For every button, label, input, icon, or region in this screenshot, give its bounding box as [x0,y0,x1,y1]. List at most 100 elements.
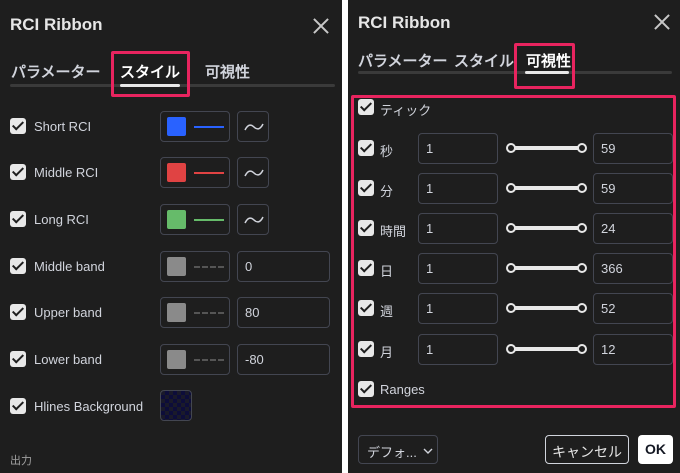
ok-button[interactable]: OK [638,435,673,464]
upper-band-label: Upper band [34,305,102,320]
short-rci-color-button[interactable] [160,111,230,142]
hours-max-input[interactable]: 24 [593,213,673,244]
days-range-slider[interactable] [509,266,583,270]
middle-band-label: Middle band [34,259,105,274]
minutes-checkbox[interactable] [358,180,374,196]
tab-style[interactable]: スタイル [454,50,514,71]
months-max-handle[interactable] [577,344,587,354]
hours-max-handle[interactable] [577,223,587,233]
tab-parameters[interactable]: パラメーター [358,50,448,71]
wave-icon [244,169,264,177]
color-swatch [167,210,186,229]
hours-min-input[interactable]: 1 [418,213,498,244]
line-preview [194,172,224,174]
weeks-range-slider[interactable] [509,306,583,310]
color-swatch [167,117,186,136]
middle-band-checkbox[interactable] [10,258,26,274]
months-label: 月 [380,345,394,360]
long-rci-color-button[interactable] [160,204,230,235]
middle-rci-checkbox[interactable] [10,164,26,180]
seconds-range-slider[interactable] [509,146,583,150]
line-preview [194,126,224,128]
seconds-checkbox[interactable] [358,140,374,156]
seconds-max-input[interactable]: 59 [593,133,673,164]
long-rci-checkbox[interactable] [10,211,26,227]
close-icon[interactable] [653,13,671,31]
hours-checkbox[interactable] [358,220,374,236]
weeks-max-input[interactable]: 52 [593,293,673,324]
style-dialog: RCI Ribbon パラメーター スタイル 可視性 Short RCI Mid… [0,0,342,473]
wave-icon [244,216,264,224]
lower-band-color-button[interactable] [160,344,230,375]
ranges-checkbox[interactable] [358,381,374,397]
tab-parameters[interactable]: パラメーター [11,61,101,82]
hours-range-slider[interactable] [509,226,583,230]
minutes-label: 分 [380,184,394,199]
minutes-min-handle[interactable] [506,183,516,193]
weeks-max-handle[interactable] [577,303,587,313]
weeks-min-input[interactable]: 1 [418,293,498,324]
days-min-handle[interactable] [506,263,516,273]
ranges-label: Ranges [380,382,425,397]
close-icon[interactable] [312,17,330,35]
dashed-line-preview [194,266,224,268]
dialog-title: RCI Ribbon [10,15,103,34]
short-rci-plot-type-button[interactable] [237,111,269,142]
cancel-button[interactable]: キャンセル [545,435,629,464]
months-min-input[interactable]: 1 [418,334,498,365]
short-rci-checkbox[interactable] [10,118,26,134]
seconds-max-handle[interactable] [577,143,587,153]
upper-band-color-button[interactable] [160,297,230,328]
months-min-handle[interactable] [506,344,516,354]
line-preview [194,219,224,221]
tab-visibility[interactable]: 可視性 [526,50,571,71]
months-checkbox[interactable] [358,341,374,357]
days-max-handle[interactable] [577,263,587,273]
weeks-label: 週 [380,304,394,319]
seconds-label: 秒 [380,144,394,159]
defaults-label: デフォ... [367,445,417,460]
output-section-label: 出力 [10,455,32,467]
hours-label: 時間 [380,224,407,239]
tick-checkbox[interactable] [358,99,374,115]
long-rci-label: Long RCI [34,212,89,227]
hlines-background-checkbox[interactable] [10,398,26,414]
days-label: 日 [380,264,394,279]
days-min-input[interactable]: 1 [418,253,498,284]
tick-label: ティック [380,103,432,118]
days-max-input[interactable]: 366 [593,253,673,284]
months-range-slider[interactable] [509,347,583,351]
weeks-checkbox[interactable] [358,300,374,316]
lower-band-checkbox[interactable] [10,351,26,367]
minutes-max-input[interactable]: 59 [593,173,673,204]
weeks-min-handle[interactable] [506,303,516,313]
active-tab-underline [525,71,569,74]
lower-band-value-input[interactable]: -80 [237,344,330,375]
hlines-background-color-button[interactable] [160,390,192,421]
months-max-input[interactable]: 12 [593,334,673,365]
middle-rci-label: Middle RCI [34,165,99,180]
seconds-min-input[interactable]: 1 [418,133,498,164]
defaults-dropdown[interactable]: デフォ... [358,435,438,464]
tab-visibility[interactable]: 可視性 [205,61,250,82]
hours-min-handle[interactable] [506,223,516,233]
active-tab-underline [120,84,180,87]
upper-band-checkbox[interactable] [10,304,26,320]
middle-band-color-button[interactable] [160,251,230,282]
middle-rci-color-button[interactable] [160,157,230,188]
short-rci-label: Short RCI [34,119,92,134]
days-checkbox[interactable] [358,260,374,276]
dialog-title: RCI Ribbon [358,13,451,32]
middle-rci-plot-type-button[interactable] [237,157,269,188]
upper-band-value-input[interactable]: 80 [237,297,330,328]
tab-bar-track [358,71,672,74]
minutes-range-slider[interactable] [509,186,583,190]
tab-style[interactable]: スタイル [120,61,180,82]
color-swatch [167,350,186,369]
seconds-min-handle[interactable] [506,143,516,153]
middle-band-value-input[interactable]: 0 [237,251,330,282]
minutes-max-handle[interactable] [577,183,587,193]
minutes-min-input[interactable]: 1 [418,173,498,204]
visibility-dialog: RCI Ribbon パラメーター スタイル 可視性 ティック 秒 1 59 分… [348,0,680,473]
long-rci-plot-type-button[interactable] [237,204,269,235]
